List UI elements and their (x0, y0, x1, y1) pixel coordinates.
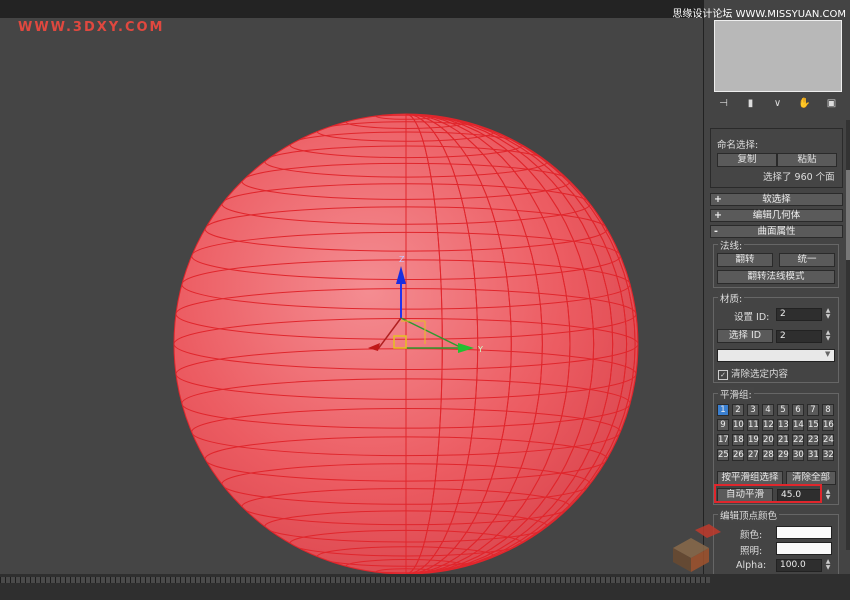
smoothing-group-button[interactable]: 14 (792, 419, 804, 431)
auto-smooth-spinner[interactable]: ▲ ▼ (824, 489, 832, 502)
smoothing-group-button[interactable]: 12 (762, 419, 774, 431)
material-dropdown-arrow-icon: ▼ (825, 350, 831, 358)
rollout-surface-properties[interactable]: - 曲面属性 (710, 225, 843, 238)
vertex-colors-title: 编辑顶点颜色 (718, 508, 780, 522)
smoothing-group-button[interactable]: 24 (822, 434, 834, 446)
selection-status: 选择了 960 个面 (763, 172, 835, 183)
named-selection-title: 命名选择: (717, 140, 759, 151)
panel-toolbar: ⊣ ▮ ∨ ✋ ▣ (710, 96, 845, 110)
normals-group: 法线: 翻转 统一 翻转法线模式 (713, 238, 839, 288)
pin-icon[interactable]: ⊣ (717, 98, 731, 109)
set-id-field[interactable]: 2 (776, 308, 822, 321)
gizmo-y-label: Y (477, 345, 483, 354)
alpha-label: Alpha: (736, 560, 767, 571)
smoothing-group-button[interactable]: 28 (762, 449, 774, 461)
smoothing-group-button[interactable]: 18 (732, 434, 744, 446)
color-swatch[interactable] (776, 526, 832, 539)
watermark-logo-icon (673, 524, 721, 572)
smoothing-group-button[interactable]: 30 (792, 449, 804, 461)
smoothing-group-button[interactable]: 29 (777, 449, 789, 461)
hand-icon[interactable]: ✋ (798, 98, 812, 109)
illumination-swatch[interactable] (776, 542, 832, 555)
timeline-track[interactable] (0, 577, 710, 583)
smoothing-group-button[interactable]: 22 (792, 434, 804, 446)
smoothing-group-button[interactable]: 6 (792, 404, 804, 416)
material-name-dropdown[interactable] (717, 349, 835, 362)
vertex-icon[interactable]: ∨ (771, 98, 785, 109)
select-by-smoothing-button[interactable]: 按平滑组选择 (717, 471, 783, 485)
smoothing-group-button[interactable]: 32 (822, 449, 834, 461)
preview-thumbnail (714, 20, 842, 92)
select-id-spinner[interactable]: ▲ ▼ (824, 330, 832, 343)
config-icon[interactable]: ▣ (825, 98, 839, 109)
smoothing-group-button[interactable]: 7 (807, 404, 819, 416)
smoothing-group-button[interactable]: 23 (807, 434, 819, 446)
vertex-colors-group: 编辑顶点颜色 颜色: 照明: Alpha: 100.0 ▲ ▼ (713, 508, 839, 574)
flip-normal-mode-button[interactable]: 翻转法线模式 (717, 270, 835, 284)
rollout-soft-selection[interactable]: + 软选择 (710, 193, 843, 206)
sphere-viewport-svg[interactable]: Z Y (0, 18, 703, 574)
paste-button[interactable]: 粘贴 (777, 153, 837, 167)
smoothing-group-button[interactable]: 13 (777, 419, 789, 431)
smoothing-group-button[interactable]: 25 (717, 449, 729, 461)
watermark-top-right: 思缘设计论坛 WWW.MISSYUAN.COM (672, 9, 846, 20)
gizmo-z-label: Z (399, 255, 405, 264)
smoothing-group-button[interactable]: 27 (747, 449, 759, 461)
smoothing-group-button[interactable]: 20 (762, 434, 774, 446)
smoothing-group-button[interactable]: 19 (747, 434, 759, 446)
unify-button[interactable]: 统一 (779, 253, 835, 267)
illumination-label: 照明: (740, 546, 763, 557)
rollout-edit-geometry[interactable]: + 编辑几何体 (710, 209, 843, 222)
smoothing-group-button[interactable]: 10 (732, 419, 744, 431)
smoothing-group-button[interactable]: 9 (717, 419, 729, 431)
viewport[interactable]: Z Y WWW.3DXY.COM (0, 0, 703, 574)
smoothing-group-button[interactable]: 11 (747, 419, 759, 431)
select-id-button[interactable]: 选择 ID (717, 329, 773, 343)
smoothing-group-button[interactable]: 4 (762, 404, 774, 416)
normals-title: 法线: (718, 238, 745, 252)
smoothing-group-button[interactable]: 31 (807, 449, 819, 461)
smoothing-group-button[interactable]: 2 (732, 404, 744, 416)
smoothing-group-button[interactable]: 26 (732, 449, 744, 461)
smoothing-group-button[interactable]: 3 (747, 404, 759, 416)
alpha-field[interactable]: 100.0 (776, 559, 822, 572)
named-selection-rollout: 命名选择: 复制 粘贴 选择了 960 个面 (710, 128, 843, 188)
pipe-icon[interactable]: ▮ (744, 98, 758, 109)
smoothing-group-button[interactable]: 1 (717, 404, 729, 416)
checkbox-check-icon: ✓ (718, 370, 728, 380)
material-title: 材质: (718, 291, 745, 305)
clear-selection-label: 清除选定内容 (731, 369, 789, 380)
auto-smooth-highlight-box (714, 484, 822, 503)
smoothing-group-button[interactable]: 21 (777, 434, 789, 446)
alpha-spinner[interactable]: ▲ ▼ (824, 559, 832, 572)
panel-scrollbar-thumb[interactable] (846, 170, 850, 260)
flip-button[interactable]: 翻转 (717, 253, 773, 267)
copy-button[interactable]: 复制 (717, 153, 777, 167)
clear-selection-checkbox[interactable]: ✓ 清除选定内容 (718, 366, 788, 380)
watermark-top-left: WWW.3DXY.COM (18, 20, 165, 35)
smoothing-group-button[interactable]: 17 (717, 434, 729, 446)
smoothing-group-button[interactable]: 15 (807, 419, 819, 431)
smoothing-group-button[interactable]: 16 (822, 419, 834, 431)
set-id-label: 设置 ID: (734, 312, 770, 323)
set-id-spinner[interactable]: ▲ ▼ (824, 308, 832, 321)
select-id-field[interactable]: 2 (776, 330, 822, 343)
smoothing-title: 平滑组: (718, 387, 754, 401)
smoothing-group-button[interactable]: 8 (822, 404, 834, 416)
material-group: 材质: 设置 ID: 2 ▲ ▼ 选择 ID 2 ▲ ▼ ▼ ✓ 清除选定内容 (713, 291, 839, 383)
smoothing-group-button[interactable]: 5 (777, 404, 789, 416)
clear-all-button[interactable]: 清除全部 (786, 471, 836, 485)
color-label: 颜色: (740, 530, 763, 541)
